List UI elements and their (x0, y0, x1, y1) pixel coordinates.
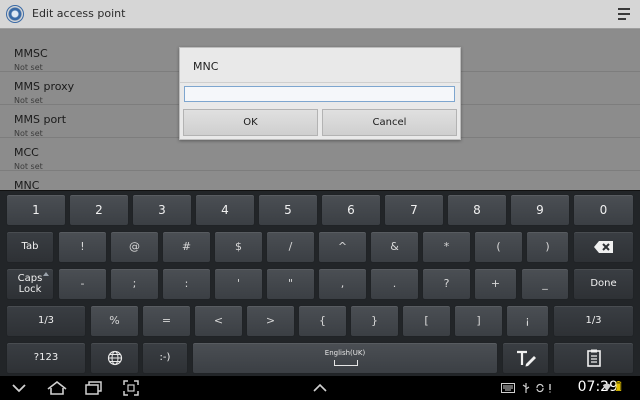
key-0[interactable]: 0 (573, 194, 634, 226)
key-9[interactable]: 9 (510, 194, 570, 226)
done-key[interactable]: Done (573, 268, 634, 300)
alert-icon (549, 384, 551, 393)
key-ampersand[interactable]: & (370, 231, 419, 263)
key-1[interactable]: 1 (6, 194, 66, 226)
mnc-dialog: MNC OK Cancel (179, 47, 461, 140)
list-item-title: MCC (14, 146, 39, 159)
dialog-title: MNC (193, 60, 219, 73)
settings-gear-icon[interactable] (6, 5, 24, 23)
key-colon[interactable]: : (162, 268, 211, 300)
key-hash[interactable]: # (162, 231, 211, 263)
key-slash[interactable]: / (266, 231, 315, 263)
list-item-subtitle: Not set (14, 162, 43, 171)
key-exclamation[interactable]: ! (58, 231, 107, 263)
mode-switch-key[interactable]: ?123 (6, 342, 86, 374)
key-left-brace[interactable]: { (298, 305, 347, 337)
list-item-mnc[interactable]: MNC (0, 171, 640, 190)
clipboard-key[interactable] (553, 342, 634, 374)
home-icon[interactable] (46, 379, 68, 397)
key-right-bracket[interactable]: ] (454, 305, 503, 337)
key-equals[interactable]: = (142, 305, 191, 337)
sync-icon (536, 383, 544, 393)
cancel-button[interactable]: Cancel (322, 109, 457, 136)
key-plus[interactable]: + (474, 268, 517, 300)
key-at[interactable]: @ (110, 231, 159, 263)
page-title: Edit access point (32, 7, 126, 20)
key-2[interactable]: 2 (69, 194, 129, 226)
key-period[interactable]: . (370, 268, 419, 300)
key-quote[interactable]: " (266, 268, 315, 300)
caps-lock-key[interactable]: Caps Lock (6, 268, 54, 300)
emoticon-key[interactable]: :-) (142, 342, 188, 374)
on-screen-keyboard: 1 2 3 4 5 6 7 8 9 0 Tab ! @ # $ / ^ & * … (0, 190, 640, 376)
list-item-subtitle: Not set (14, 129, 43, 138)
recent-apps-icon[interactable] (84, 379, 104, 397)
dialog-divider (180, 82, 460, 83)
list-item-mcc[interactable]: MCC Not set (0, 138, 640, 171)
key-semicolon[interactable]: ; (110, 268, 159, 300)
key-left-paren[interactable]: ( (474, 231, 523, 263)
screenshot-icon[interactable] (122, 379, 140, 397)
key-caret[interactable]: ^ (318, 231, 367, 263)
wifi-icon (602, 383, 612, 392)
list-item-title: MMS proxy (14, 80, 75, 93)
back-chevron-icon[interactable] (10, 379, 28, 397)
overflow-menu-icon[interactable] (618, 8, 630, 21)
key-5[interactable]: 5 (258, 194, 318, 226)
key-asterisk[interactable]: * (422, 231, 471, 263)
clipboard-icon (586, 349, 601, 367)
backspace-icon (593, 241, 613, 253)
key-inverted-exclamation[interactable]: ¡ (506, 305, 549, 337)
space-language-label: English(UK) (324, 349, 366, 357)
space-icon (334, 360, 358, 366)
key-6[interactable]: 6 (321, 194, 381, 226)
battery-icon (615, 381, 622, 391)
key-4[interactable]: 4 (195, 194, 255, 226)
space-bar[interactable]: English(UK) (192, 342, 498, 374)
handwriting-key[interactable] (502, 342, 549, 374)
key-less-than[interactable]: < (194, 305, 243, 337)
key-greater-than[interactable]: > (246, 305, 295, 337)
globe-icon (107, 350, 122, 366)
key-dollar[interactable]: $ (214, 231, 263, 263)
keyboard-icon (501, 383, 515, 393)
page-right-key[interactable]: 1/3 (553, 305, 634, 337)
key-question[interactable]: ? (422, 268, 471, 300)
language-key[interactable] (90, 342, 139, 374)
caps-label-line2: Lock (18, 284, 42, 295)
ok-button[interactable]: OK (183, 109, 318, 136)
system-nav-bar: 07:29 (0, 376, 640, 400)
key-right-paren[interactable]: ) (526, 231, 569, 263)
list-item-title: MNC (14, 179, 40, 190)
chevron-up-icon[interactable] (311, 379, 329, 397)
key-3[interactable]: 3 (132, 194, 192, 226)
key-underscore[interactable]: _ (521, 268, 569, 300)
key-dash[interactable]: - (58, 268, 107, 300)
list-item-title: MMSC (14, 47, 48, 60)
list-item-subtitle: Not set (14, 96, 43, 105)
caps-indicator-icon (43, 272, 49, 276)
list-item-subtitle: Not set (14, 63, 43, 72)
tab-key[interactable]: Tab (6, 231, 54, 263)
usb-icon (522, 383, 530, 393)
list-item-title: MMS port (14, 113, 67, 126)
key-left-bracket[interactable]: [ (402, 305, 451, 337)
key-right-brace[interactable]: } (350, 305, 399, 337)
handwriting-icon (516, 350, 536, 367)
key-apostrophe[interactable]: ' (214, 268, 263, 300)
mnc-input[interactable] (184, 86, 455, 102)
action-bar: Edit access point (0, 0, 640, 29)
key-8[interactable]: 8 (447, 194, 507, 226)
key-percent[interactable]: % (90, 305, 139, 337)
backspace-key[interactable] (573, 231, 634, 263)
page-left-key[interactable]: 1/3 (6, 305, 86, 337)
key-7[interactable]: 7 (384, 194, 444, 226)
key-comma[interactable]: , (318, 268, 367, 300)
